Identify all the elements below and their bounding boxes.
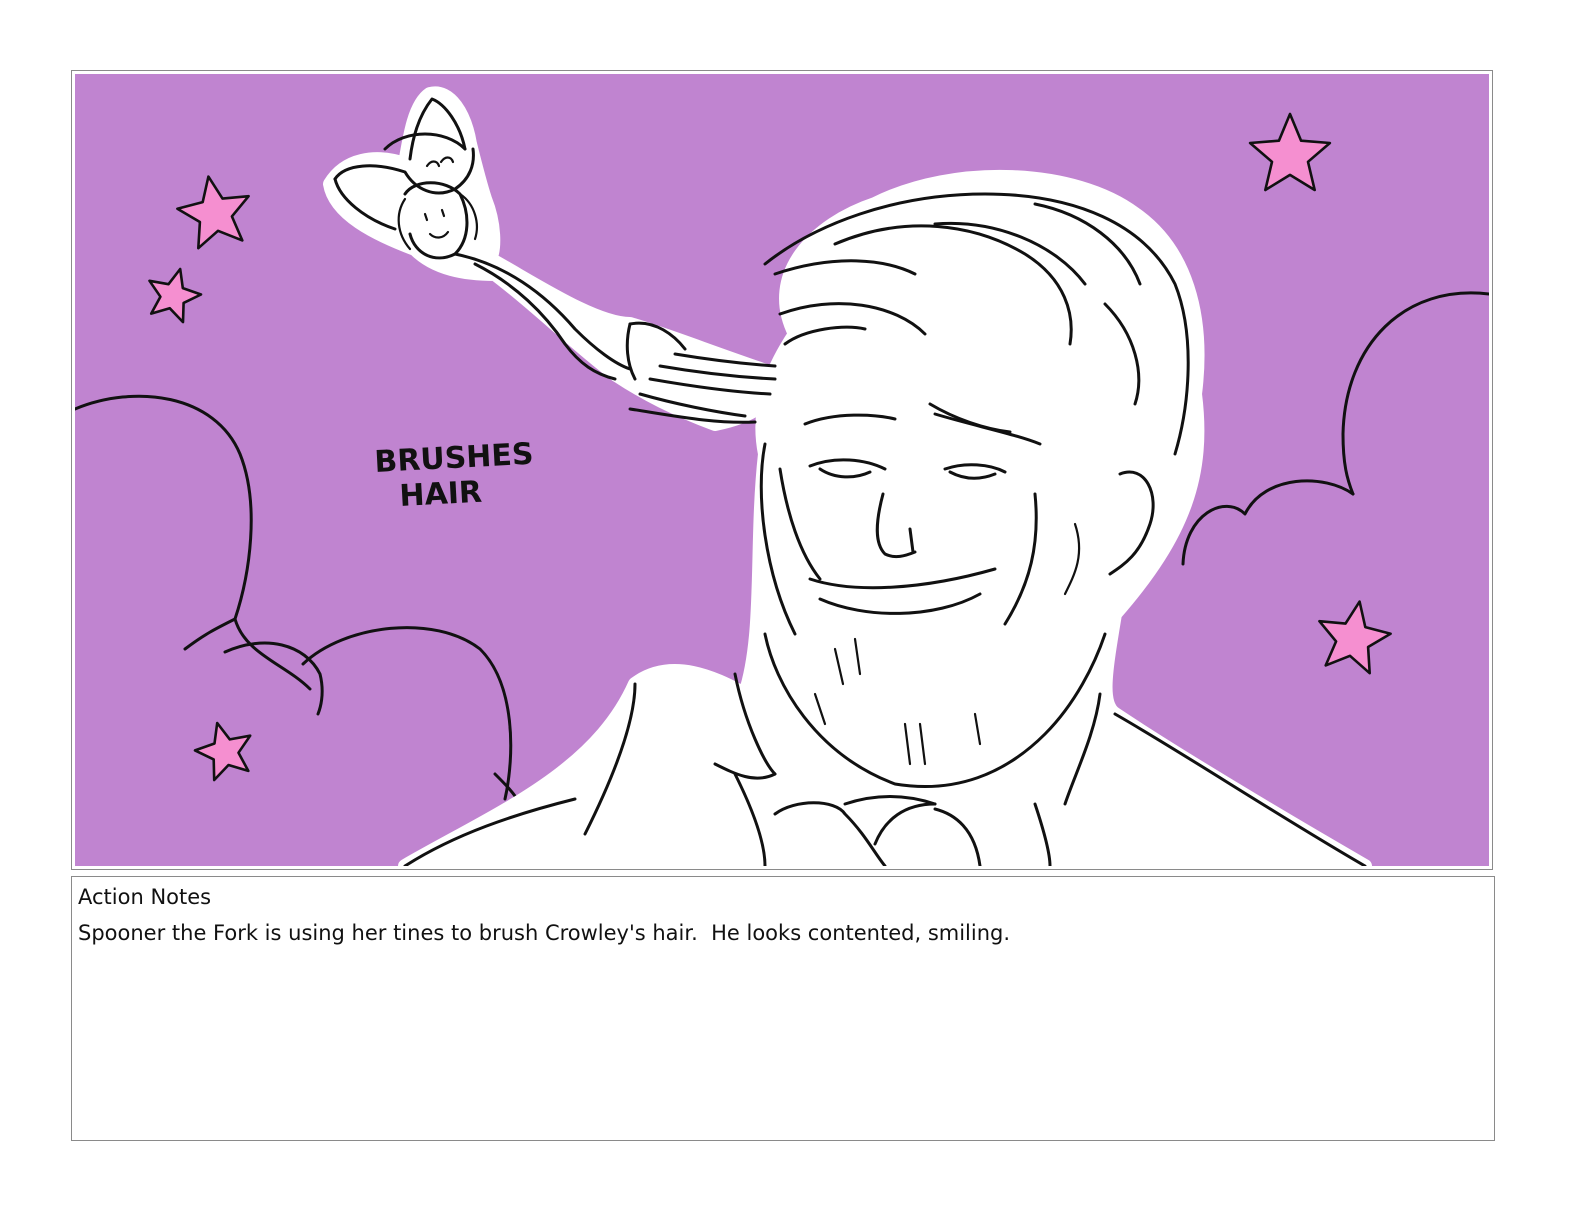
star-icon [1318, 600, 1392, 675]
action-notes-text: Spooner the Fork is using her tines to b… [78, 921, 1011, 945]
action-notes-heading: Action Notes [78, 885, 212, 909]
star-icon [193, 721, 252, 782]
storyboard-drawing: BRUSHES HAIR [75, 74, 1489, 866]
spooner-the-fork [323, 86, 782, 431]
star-icon [148, 267, 203, 324]
cloud-right [1181, 291, 1489, 566]
storyboard-sketch: BRUSHES HAIR [75, 86, 1489, 866]
star-icon [1248, 112, 1332, 192]
caption-line-1: BRUSHES [374, 437, 535, 480]
caption-line-2: HAIR [399, 475, 483, 514]
storyboard-panel-frame: BRUSHES HAIR [71, 70, 1493, 870]
star-icon [176, 175, 250, 250]
crowley-figure [398, 169, 1372, 866]
panel-caption: BRUSHES HAIR [374, 437, 535, 514]
action-notes-box: Action Notes Spooner the Fork is using h… [71, 876, 1495, 1141]
